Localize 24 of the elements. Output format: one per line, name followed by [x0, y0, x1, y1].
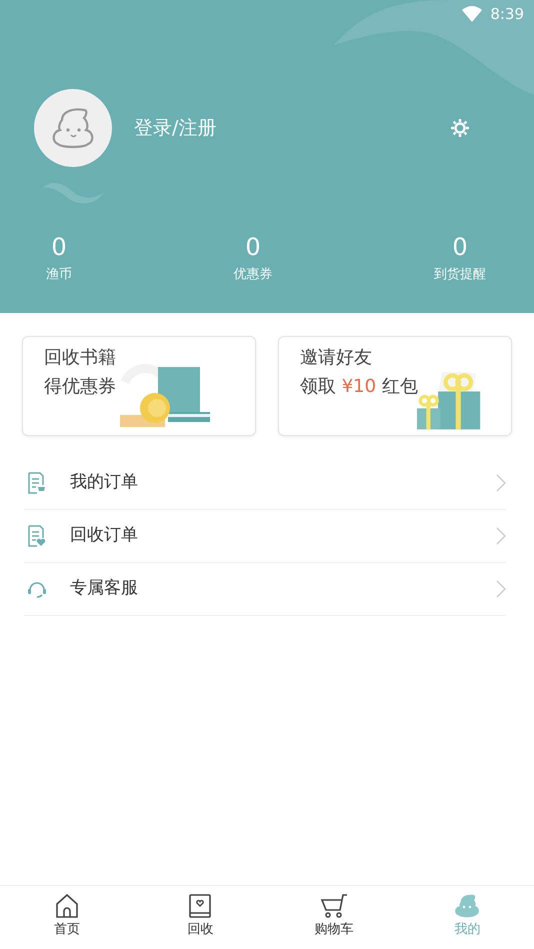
promo-subtitle: 得优惠券: [44, 375, 117, 399]
promo-card[interactable]: 邀请好友 领取 ¥10 红包: [278, 336, 512, 436]
order-heart-icon: [28, 525, 46, 547]
mascot-icon: [454, 894, 480, 918]
tab-button[interactable]: 首页: [0, 886, 134, 949]
settings-icon[interactable]: [450, 118, 470, 138]
tab-button[interactable]: 回收: [134, 886, 267, 949]
menu-item[interactable]: 回收订单: [24, 510, 506, 563]
chevron-icon: [496, 527, 506, 545]
status-time: 8:39: [490, 4, 524, 25]
home-icon: [54, 894, 79, 918]
promo-title: 回收书籍: [44, 346, 117, 370]
chevron-icon: [496, 474, 506, 492]
chevron-icon: [496, 580, 506, 598]
order-list-icon: [28, 472, 46, 494]
menu-item[interactable]: 我的订单: [24, 457, 506, 510]
tab-button[interactable]: 购物车: [267, 886, 400, 949]
headset-icon: [27, 580, 47, 598]
promo-subtitle: 领取 ¥10 红包: [300, 375, 419, 399]
menu-item[interactable]: 专属客服: [24, 563, 506, 616]
promo-title: 邀请好友: [300, 346, 373, 370]
promo-card[interactable]: 回收书籍 得优惠券: [22, 336, 256, 436]
cart-icon: [320, 894, 348, 918]
wifi-icon: [462, 6, 482, 22]
